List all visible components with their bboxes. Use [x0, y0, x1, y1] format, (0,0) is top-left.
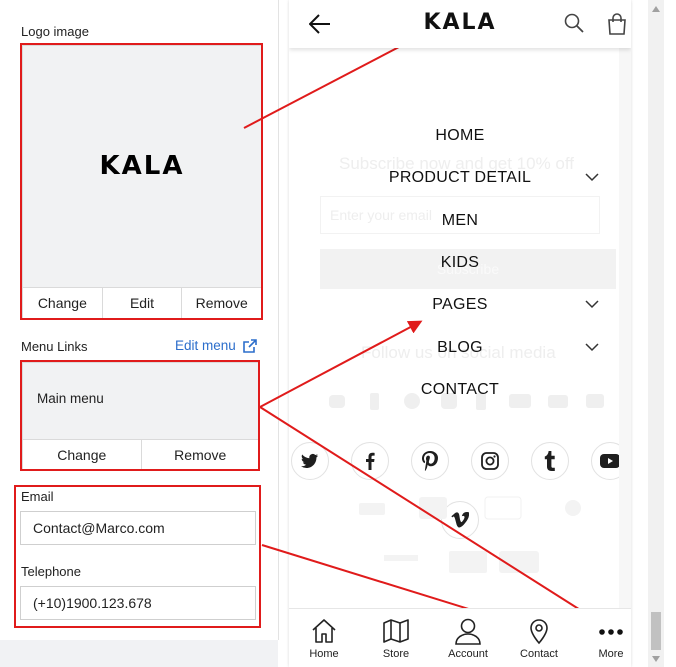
more-dots-icon	[599, 629, 623, 635]
scroll-up-arrow-icon[interactable]	[652, 6, 660, 12]
search-icon[interactable]	[564, 13, 584, 33]
nav-store[interactable]: Store	[362, 609, 430, 667]
logo-actions: Change Edit Remove	[23, 287, 261, 318]
nav-contact-label: Contact	[520, 648, 558, 660]
bottom-navigation: Home Store Account Contact More	[289, 608, 631, 667]
nav-account-label: Account	[448, 648, 488, 660]
nav-contact[interactable]: Contact	[505, 609, 573, 667]
menu-item-contact[interactable]: CONTACT	[289, 381, 631, 399]
menu-change-button[interactable]: Change	[23, 440, 142, 470]
chevron-down-icon[interactable]	[585, 340, 599, 354]
menu-item-product-detail[interactable]: PRODUCT DETAIL	[289, 169, 631, 187]
youtube-icon	[600, 454, 620, 468]
pinterest-button[interactable]	[411, 442, 449, 480]
menu-name: Main menu	[37, 391, 104, 406]
chevron-down-icon[interactable]	[585, 297, 599, 311]
instagram-button[interactable]	[471, 442, 509, 480]
logo-edit-button[interactable]: Edit	[103, 288, 183, 318]
menu-remove-button[interactable]: Remove	[142, 440, 260, 470]
chevron-down-icon[interactable]	[585, 170, 599, 184]
mobile-preview: KALA 0 Subscribe now and get 10% off Ent…	[289, 0, 631, 667]
page-scrollbar[interactable]	[648, 0, 664, 667]
menu-item-home[interactable]: HOME	[289, 127, 631, 145]
pinterest-icon	[422, 451, 438, 471]
payment-icons	[359, 496, 581, 573]
map-icon	[383, 619, 409, 643]
menu-card[interactable]: Main menu Change Remove	[22, 362, 260, 471]
nav-more[interactable]: More	[577, 609, 631, 667]
logo-image-label: Logo image	[21, 24, 89, 39]
logo-preview: KALA	[99, 151, 185, 181]
facebook-icon	[366, 452, 375, 470]
nav-home-label: Home	[309, 648, 339, 660]
email-field[interactable]: Contact@Marco.com	[20, 511, 256, 545]
menu-item-kids[interactable]: KIDS	[289, 254, 631, 272]
preview-header: KALA	[289, 0, 631, 48]
telephone-field[interactable]: (+10)1900.123.678	[20, 586, 256, 620]
logo-change-button[interactable]: Change	[23, 288, 103, 318]
email-label: Email	[21, 489, 54, 504]
user-icon	[455, 618, 481, 645]
twitter-button[interactable]	[291, 442, 329, 480]
nav-home[interactable]: Home	[290, 609, 358, 667]
nav-account[interactable]: Account	[434, 609, 502, 667]
twitter-icon	[301, 453, 318, 468]
edit-menu-label: Edit menu	[175, 338, 236, 353]
nav-store-label: Store	[382, 648, 410, 660]
facebook-button[interactable]	[351, 442, 389, 480]
telephone-label: Telephone	[21, 564, 81, 579]
logo-remove-button[interactable]: Remove	[182, 288, 261, 318]
edit-menu-link[interactable]: Edit menu	[175, 338, 257, 353]
menu-links-label: Menu Links	[21, 339, 88, 354]
preview-scrollbar[interactable]	[619, 48, 631, 608]
menu-item-men[interactable]: MEN	[289, 212, 631, 230]
tumblr-icon	[544, 451, 555, 471]
menu-actions: Change Remove	[23, 439, 259, 470]
logo-image-card[interactable]: KALA Change Edit Remove	[22, 45, 262, 319]
location-pin-icon	[530, 619, 548, 645]
scrollbar-thumb[interactable]	[651, 612, 661, 650]
tumblr-button[interactable]	[531, 442, 569, 480]
panel-footer-strip	[0, 640, 278, 667]
cart-icon[interactable]	[607, 13, 627, 35]
menu-item-pages[interactable]: PAGES	[289, 296, 631, 314]
menu-item-blog[interactable]: BLOG	[289, 339, 631, 357]
faded-payment-icons	[349, 495, 589, 585]
scroll-down-arrow-icon[interactable]	[652, 656, 660, 662]
instagram-icon	[481, 452, 499, 470]
home-icon	[312, 619, 336, 643]
nav-more-label: More	[598, 648, 624, 660]
external-link-icon	[242, 338, 257, 353]
